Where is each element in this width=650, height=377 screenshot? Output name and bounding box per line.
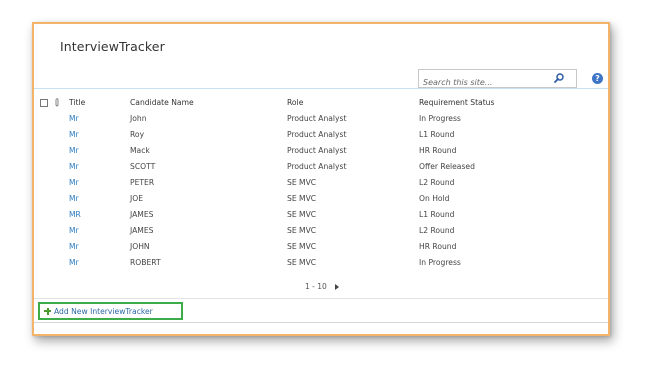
search-icon[interactable] xyxy=(554,73,564,83)
candidate-name-cell: JAMES xyxy=(130,209,154,219)
requirement-status-cell: In Progress xyxy=(419,113,461,123)
candidate-name-cell: John xyxy=(130,113,147,123)
title-link[interactable]: Mr xyxy=(69,190,130,206)
column-header-role[interactable]: Role xyxy=(287,94,419,110)
pager: 1 - 10 xyxy=(305,282,339,291)
title-link[interactable]: Mr xyxy=(69,110,130,126)
requirement-status-cell: L1 Round xyxy=(419,209,455,219)
candidate-name-cell: Mack xyxy=(130,145,150,155)
table-row[interactable]: Mr PETER SE MVC L2 Round xyxy=(40,174,559,190)
help-icon[interactable]: ? xyxy=(592,73,603,84)
requirement-status-cell: In Progress xyxy=(419,257,461,267)
table-row[interactable]: Mr Mack Product Analyst HR Round xyxy=(40,142,559,158)
add-new-label[interactable]: Add New InterviewTracker xyxy=(54,307,153,316)
select-all-checkbox[interactable] xyxy=(40,98,48,107)
requirement-status-cell: HR Round xyxy=(419,241,457,251)
table-row[interactable]: Mr ROBERT SE MVC In Progress xyxy=(40,254,559,270)
column-header-candidate-name[interactable]: Candidate Name xyxy=(130,94,287,110)
role-cell: SE MVC xyxy=(287,209,317,219)
role-cell: Product Analyst xyxy=(287,161,347,171)
column-header-title[interactable]: Title xyxy=(69,94,130,110)
role-cell: SE MVC xyxy=(287,257,317,267)
role-cell: Product Analyst xyxy=(287,113,347,123)
title-link[interactable]: Mr xyxy=(69,174,130,190)
list-view-panel: InterviewTracker ? Title Candidate Name xyxy=(32,22,610,336)
requirement-status-cell: L1 Round xyxy=(419,129,455,139)
title-link[interactable]: MR xyxy=(69,206,130,222)
role-cell: SE MVC xyxy=(287,241,317,251)
search-strip: ? xyxy=(34,69,608,90)
plus-icon xyxy=(44,307,51,315)
role-cell: Product Analyst xyxy=(287,129,347,139)
role-cell: Product Analyst xyxy=(287,145,347,155)
table-row[interactable]: Mr Roy Product Analyst L1 Round xyxy=(40,126,559,142)
title-link[interactable]: Mr xyxy=(69,158,130,174)
requirement-status-cell: On Hold xyxy=(419,193,450,203)
next-page-icon[interactable] xyxy=(334,283,339,290)
title-link[interactable]: Mr xyxy=(69,222,130,238)
table-row[interactable]: Mr JOHN SE MVC HR Round xyxy=(40,238,559,254)
column-header-requirement-status[interactable]: Requirement Status xyxy=(419,94,559,110)
title-link[interactable]: Mr xyxy=(69,254,130,270)
requirement-status-cell: L2 Round xyxy=(419,177,455,187)
title-link[interactable]: Mr xyxy=(69,238,130,254)
footer-divider xyxy=(34,298,608,299)
candidate-name-cell: JAMES xyxy=(130,225,154,235)
requirement-status-cell: Offer Released xyxy=(419,161,475,171)
title-link[interactable]: Mr xyxy=(69,142,130,158)
page-title: InterviewTracker xyxy=(60,39,165,54)
candidate-name-cell: JOE xyxy=(130,193,144,203)
table-row[interactable]: Mr JOE SE MVC On Hold xyxy=(40,190,559,206)
table-header-row: Title Candidate Name Role Requirement St… xyxy=(40,94,559,110)
role-cell: SE MVC xyxy=(287,193,317,203)
table-row[interactable]: Mr JAMES SE MVC L2 Round xyxy=(40,222,559,238)
bottom-divider xyxy=(34,322,608,323)
role-cell: SE MVC xyxy=(287,177,317,187)
table-row[interactable]: Mr John Product Analyst In Progress xyxy=(40,110,559,126)
attachment-icon xyxy=(55,98,59,107)
candidate-name-cell: PETER xyxy=(130,177,155,187)
add-new-item-link[interactable]: Add New InterviewTracker xyxy=(38,302,183,320)
requirement-status-cell: L2 Round xyxy=(419,225,455,235)
table-row[interactable]: Mr SCOTT Product Analyst Offer Released xyxy=(40,158,559,174)
role-cell: SE MVC xyxy=(287,225,317,235)
candidate-name-cell: Roy xyxy=(130,129,145,139)
candidate-name-cell: ROBERT xyxy=(130,257,161,267)
search-box xyxy=(418,69,577,90)
requirement-status-cell: HR Round xyxy=(419,145,457,155)
title-link[interactable]: Mr xyxy=(69,126,130,142)
list-table: Title Candidate Name Role Requirement St… xyxy=(40,94,559,270)
candidate-name-cell: SCOTT xyxy=(130,161,156,171)
table-row[interactable]: MR JAMES SE MVC L1 Round xyxy=(40,206,559,222)
search-input[interactable] xyxy=(419,75,549,90)
candidate-name-cell: JOHN xyxy=(130,241,150,251)
page-range: 1 - 10 xyxy=(305,282,327,291)
